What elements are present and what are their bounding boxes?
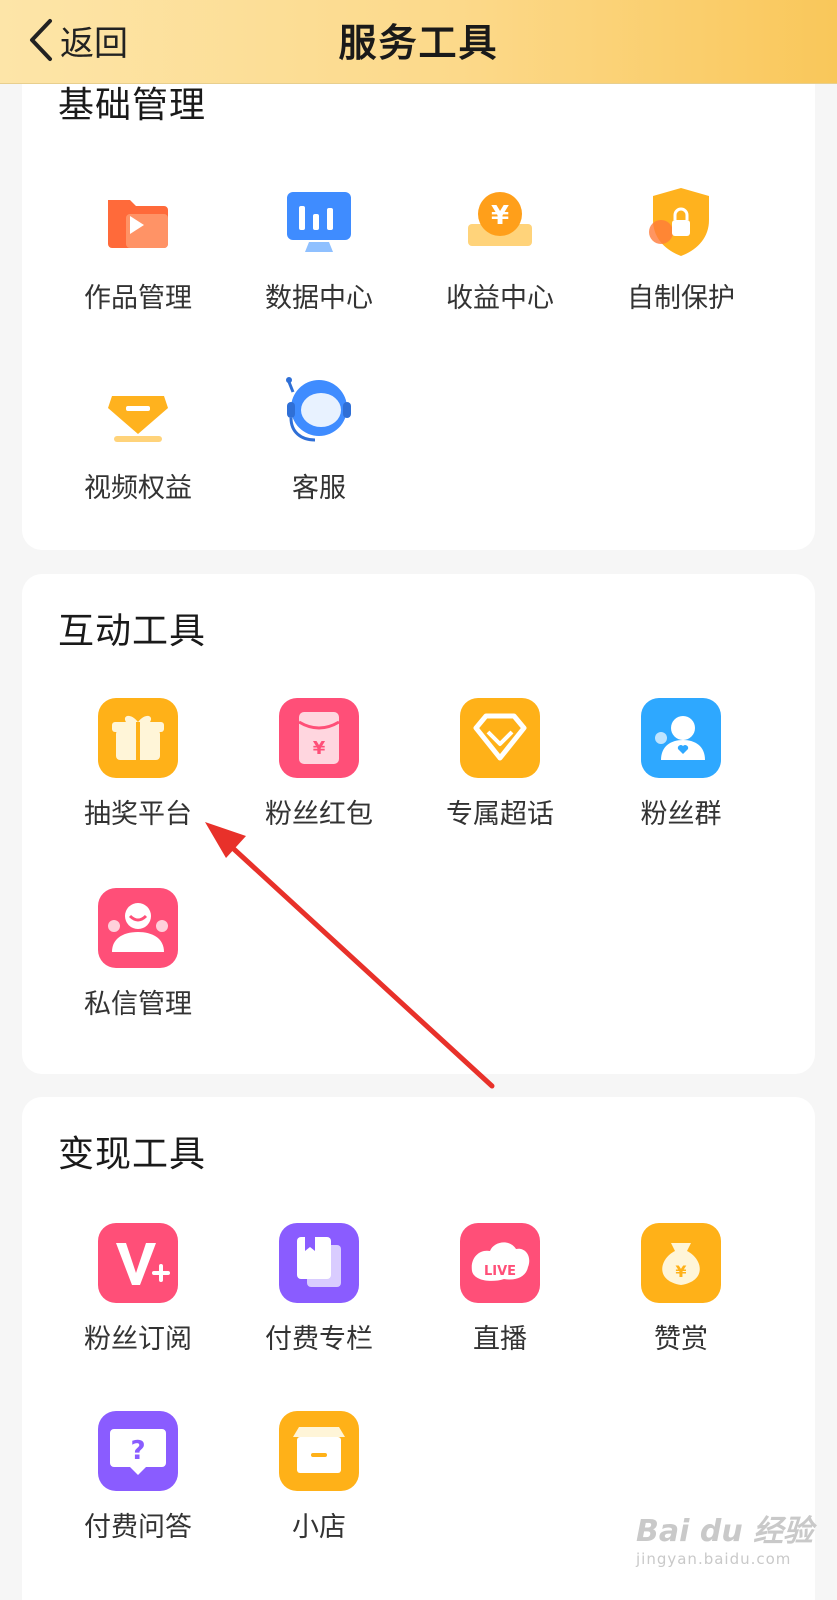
- headset-icon: [277, 370, 361, 454]
- baidu-jingyan-watermark: Bai du 经验 jingyan.baidu.com: [636, 1506, 836, 1590]
- watermark-url: jingyan.baidu.com: [636, 1550, 792, 1568]
- svg-text:¥: ¥: [675, 1262, 686, 1281]
- tool-label: 视频权益: [84, 473, 192, 504]
- tool-label: 客服: [292, 473, 346, 504]
- tool-small-shop[interactable]: 小店: [227, 1409, 407, 1569]
- tool-self-made-protection[interactable]: 自制保护: [589, 180, 769, 340]
- works-folder-icon: [96, 180, 180, 264]
- tool-customer-service[interactable]: 客服: [227, 370, 407, 530]
- tool-label: 粉丝群: [640, 799, 722, 830]
- tool-label: 直播: [473, 1324, 527, 1355]
- diamond-icon: [96, 370, 180, 454]
- question-bubble-icon: ?: [96, 1409, 180, 1493]
- top-bar: 返回 服务工具: [0, 0, 837, 84]
- tool-label: 小店: [292, 1512, 346, 1543]
- tool-video-benefits[interactable]: 视频权益: [46, 370, 226, 530]
- data-chart-icon: [277, 180, 361, 264]
- column-book-icon: [277, 1221, 361, 1305]
- svg-text:¥: ¥: [313, 738, 326, 759]
- tool-label: 数据中心: [265, 283, 373, 314]
- tool-appreciation-tip[interactable]: ¥ 赞赏: [589, 1221, 769, 1381]
- watermark-logo: Bai du 经验: [636, 1514, 814, 1549]
- tool-label: 付费问答: [84, 1512, 192, 1543]
- section-title-monetize: 变现工具: [58, 1134, 207, 1175]
- tool-label: 私信管理: [84, 989, 192, 1020]
- tool-lottery-platform[interactable]: 抽奖平台: [46, 696, 226, 856]
- interactive-tools-card: 互动工具 抽奖平台 ¥ 粉丝红包 专属超话 粉丝群 私信管理: [22, 574, 815, 1074]
- tool-exclusive-super-topic[interactable]: 专属超话: [408, 696, 588, 856]
- tool-earnings-center[interactable]: ¥ 收益中心: [408, 180, 588, 340]
- tool-label: 赞赏: [654, 1324, 708, 1355]
- tool-label: 抽奖平台: [84, 799, 192, 830]
- tool-paid-qa[interactable]: ? 付费问答: [46, 1409, 226, 1569]
- tool-data-center[interactable]: 数据中心: [227, 180, 407, 340]
- tool-paid-column[interactable]: 付费专栏: [227, 1221, 407, 1381]
- super-topic-diamond-icon: [458, 696, 542, 780]
- svg-text:LIVE: LIVE: [484, 1264, 516, 1279]
- tool-label: 粉丝订阅: [84, 1324, 192, 1355]
- svg-text:¥: ¥: [491, 201, 509, 231]
- tool-label: 粉丝红包: [265, 799, 373, 830]
- section-title-interactive: 互动工具: [58, 611, 207, 652]
- shield-lock-icon: [639, 180, 723, 264]
- gift-box-icon: [96, 696, 180, 780]
- svg-text:?: ?: [130, 1436, 145, 1466]
- tool-label: 付费专栏: [265, 1324, 373, 1355]
- tool-fan-subscription[interactable]: 粉丝订阅: [46, 1221, 226, 1381]
- tool-label: 自制保护: [627, 283, 735, 314]
- red-envelope-icon: ¥: [277, 696, 361, 780]
- tool-label: 收益中心: [446, 283, 554, 314]
- live-icon: LIVE: [458, 1221, 542, 1305]
- fan-group-icon: [639, 696, 723, 780]
- tool-live-stream[interactable]: LIVE 直播: [408, 1221, 588, 1381]
- money-bag-icon: ¥: [639, 1221, 723, 1305]
- tool-works-management[interactable]: 作品管理: [46, 180, 226, 340]
- v-plus-icon: [96, 1221, 180, 1305]
- page-title: 服务工具: [338, 21, 499, 65]
- tool-private-message-management[interactable]: 私信管理: [46, 886, 226, 1046]
- tool-label: 专属超话: [446, 799, 554, 830]
- shop-icon: [277, 1409, 361, 1493]
- yuan-coin-icon: ¥: [458, 180, 542, 264]
- tool-fan-red-envelope[interactable]: ¥ 粉丝红包: [227, 696, 407, 856]
- basic-management-card: 基础管理 作品管理 数据中心 ¥ 收益中心 自制保护 视频权益 客服: [22, 60, 815, 550]
- message-user-icon: [96, 886, 180, 970]
- tool-label: 作品管理: [84, 283, 192, 314]
- tool-fan-group[interactable]: 粉丝群: [589, 696, 769, 856]
